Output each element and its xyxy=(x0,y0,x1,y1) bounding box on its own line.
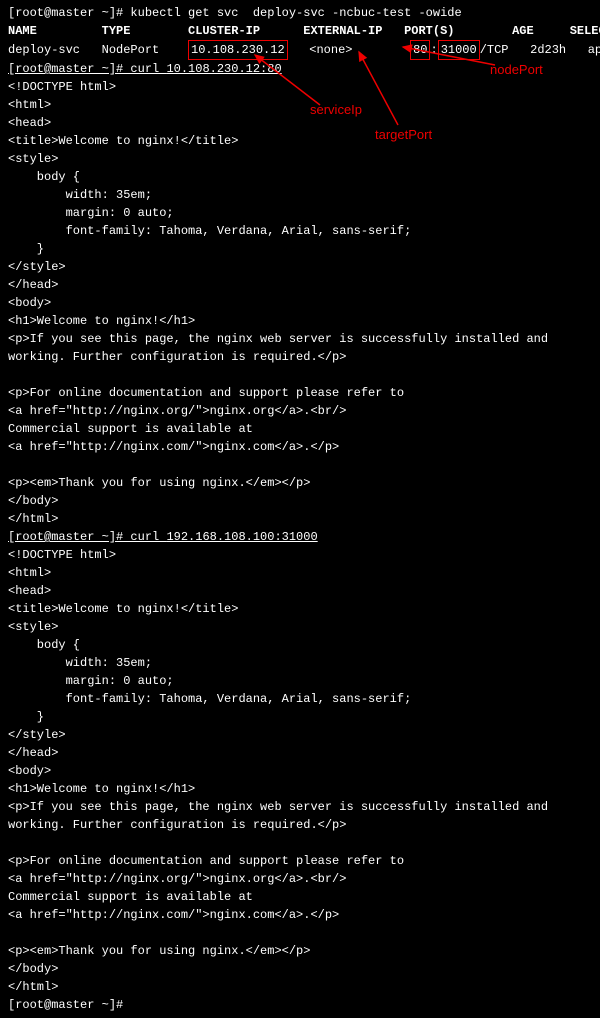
table-header: NAME TYPE CLUSTER-IP EXTERNAL-IP PORT(S)… xyxy=(8,22,592,40)
output-line xyxy=(8,456,592,474)
output-line: <!DOCTYPE html> xyxy=(8,78,592,96)
output-line xyxy=(8,924,592,942)
output-line: </body> xyxy=(8,960,592,978)
output-line: <p>For online documentation and support … xyxy=(8,852,592,870)
output-line: Commercial support is available at xyxy=(8,420,592,438)
output-line: <!DOCTYPE html> xyxy=(8,546,592,564)
node-port-box: 31000 xyxy=(438,40,480,60)
output-line: <a href="http://nginx.com/">nginx.com</a… xyxy=(8,438,592,456)
output-line: <p><em>Thank you for using nginx.</em></… xyxy=(8,942,592,960)
output-line: </style> xyxy=(8,726,592,744)
output-line: </body> xyxy=(8,492,592,510)
cluster-ip-box: 10.108.230.12 xyxy=(188,40,288,60)
curl-ip: 10.108.230.12:80 xyxy=(166,62,281,76)
output-line: <head> xyxy=(8,582,592,600)
output-line: <html> xyxy=(8,96,592,114)
output-line: <title>Welcome to nginx!</title> xyxy=(8,132,592,150)
output-line: <style> xyxy=(8,150,592,168)
output-line: width: 35em; xyxy=(8,654,592,672)
output-line: </head> xyxy=(8,276,592,294)
curl-prefix: [root@master ~]# curl xyxy=(8,62,166,76)
output-line: </html> xyxy=(8,510,592,528)
output-line: <body> xyxy=(8,762,592,780)
output-line: <p>If you see this page, the nginx web s… xyxy=(8,798,592,816)
output-line: <style> xyxy=(8,618,592,636)
output-line: <h1>Welcome to nginx!</h1> xyxy=(8,312,592,330)
command-line: [root@master ~]# kubectl get svc deploy-… xyxy=(8,4,592,22)
output-line: <head> xyxy=(8,114,592,132)
output-line: width: 35em; xyxy=(8,186,592,204)
output-line: <p><em>Thank you for using nginx.</em></… xyxy=(8,474,592,492)
output-line: working. Further configuration is requir… xyxy=(8,348,592,366)
output-line: working. Further configuration is requir… xyxy=(8,816,592,834)
curl-ip: 192.168.108.100:31000 xyxy=(166,530,317,544)
target-port-box: 80 xyxy=(410,40,430,60)
output-line: margin: 0 auto; xyxy=(8,204,592,222)
output-line: <html> xyxy=(8,564,592,582)
svc-name: deploy-svc NodePort xyxy=(8,43,188,57)
row-rest: /TCP 2d23h app=nginx-dev xyxy=(480,43,600,57)
output-line: Commercial support is available at xyxy=(8,888,592,906)
output-line: <a href="http://nginx.org/">nginx.org</a… xyxy=(8,402,592,420)
output-line: </head> xyxy=(8,744,592,762)
output-line: <title>Welcome to nginx!</title> xyxy=(8,600,592,618)
output-line: body { xyxy=(8,636,592,654)
output-line: </style> xyxy=(8,258,592,276)
output-line: } xyxy=(8,708,592,726)
port-colon: : xyxy=(430,43,437,57)
output-line xyxy=(8,834,592,852)
output-line xyxy=(8,366,592,384)
output-line: <p>If you see this page, the nginx web s… xyxy=(8,330,592,348)
output-line: </html> xyxy=(8,978,592,996)
output-line: <p>For online documentation and support … xyxy=(8,384,592,402)
output-line: <body> xyxy=(8,294,592,312)
command-line: [root@master ~]# curl 10.108.230.12:80 xyxy=(8,60,592,78)
output-line: body { xyxy=(8,168,592,186)
curl-prefix: [root@master ~]# curl xyxy=(8,530,166,544)
output-line: font-family: Tahoma, Verdana, Arial, san… xyxy=(8,222,592,240)
output-line: } xyxy=(8,240,592,258)
output-line: font-family: Tahoma, Verdana, Arial, san… xyxy=(8,690,592,708)
output-line: <h1>Welcome to nginx!</h1> xyxy=(8,780,592,798)
output-line: <a href="http://nginx.com/">nginx.com</a… xyxy=(8,906,592,924)
table-row: deploy-svc NodePort 10.108.230.12 <none>… xyxy=(8,40,592,60)
external-ip: <none> xyxy=(288,43,410,57)
prompt-line: [root@master ~]# xyxy=(8,996,592,1014)
command-line: [root@master ~]# curl 192.168.108.100:31… xyxy=(8,528,592,546)
output-line: <a href="http://nginx.org/">nginx.org</a… xyxy=(8,870,592,888)
output-line: margin: 0 auto; xyxy=(8,672,592,690)
